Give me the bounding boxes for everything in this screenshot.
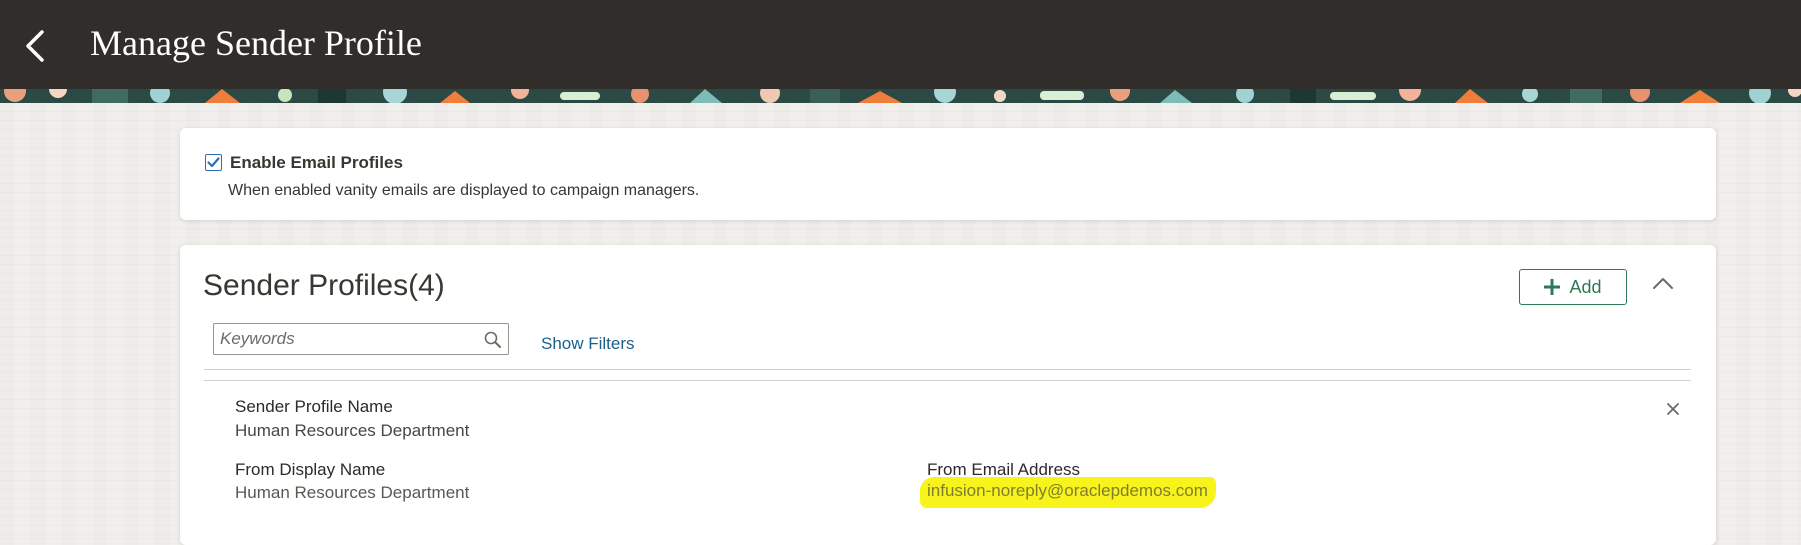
- divider: [204, 369, 1691, 370]
- enable-email-profiles-label[interactable]: Enable Email Profiles: [230, 153, 403, 173]
- divider: [204, 380, 1691, 381]
- show-filters-link[interactable]: Show Filters: [541, 334, 635, 354]
- sender-profile-name-label: Sender Profile Name: [235, 397, 393, 416]
- enable-email-profiles-checkbox[interactable]: [205, 154, 222, 171]
- email-profiles-card: Enable Email Profiles When enabled vanit…: [180, 128, 1716, 220]
- from-email-address-value: infusion-noreply@oraclepdemos.com: [920, 477, 1216, 508]
- add-button-label: Add: [1569, 276, 1602, 297]
- from-display-name-label: From Display Name: [235, 460, 386, 479]
- add-button[interactable]: Add: [1519, 269, 1627, 305]
- chevron-left-icon: [26, 30, 44, 62]
- sender-profile-name-value: Human Resources Department: [235, 421, 470, 440]
- page-title: Manage Sender Profile: [90, 23, 422, 63]
- remove-profile-button[interactable]: [1664, 400, 1682, 418]
- decorative-banner: [0, 89, 1801, 103]
- close-icon: [1667, 403, 1679, 415]
- search-icon[interactable]: [483, 330, 503, 350]
- keyword-search: [213, 323, 509, 355]
- checkmark-icon: [207, 157, 220, 168]
- chevron-up-icon: [1653, 278, 1673, 289]
- sender-profiles-card: Sender Profiles(4) Add Show Filters Send…: [180, 245, 1716, 545]
- page-header: Manage Sender Profile: [0, 0, 1801, 89]
- keyword-search-input[interactable]: [220, 327, 470, 351]
- enable-email-profiles-description: When enabled vanity emails are displayed…: [228, 182, 700, 199]
- back-button[interactable]: [18, 24, 58, 68]
- from-display-name-value: Human Resources Department: [235, 483, 470, 502]
- plus-icon: [1544, 279, 1561, 295]
- section-title: Sender Profiles(4): [203, 269, 445, 302]
- collapse-button[interactable]: [1648, 269, 1678, 299]
